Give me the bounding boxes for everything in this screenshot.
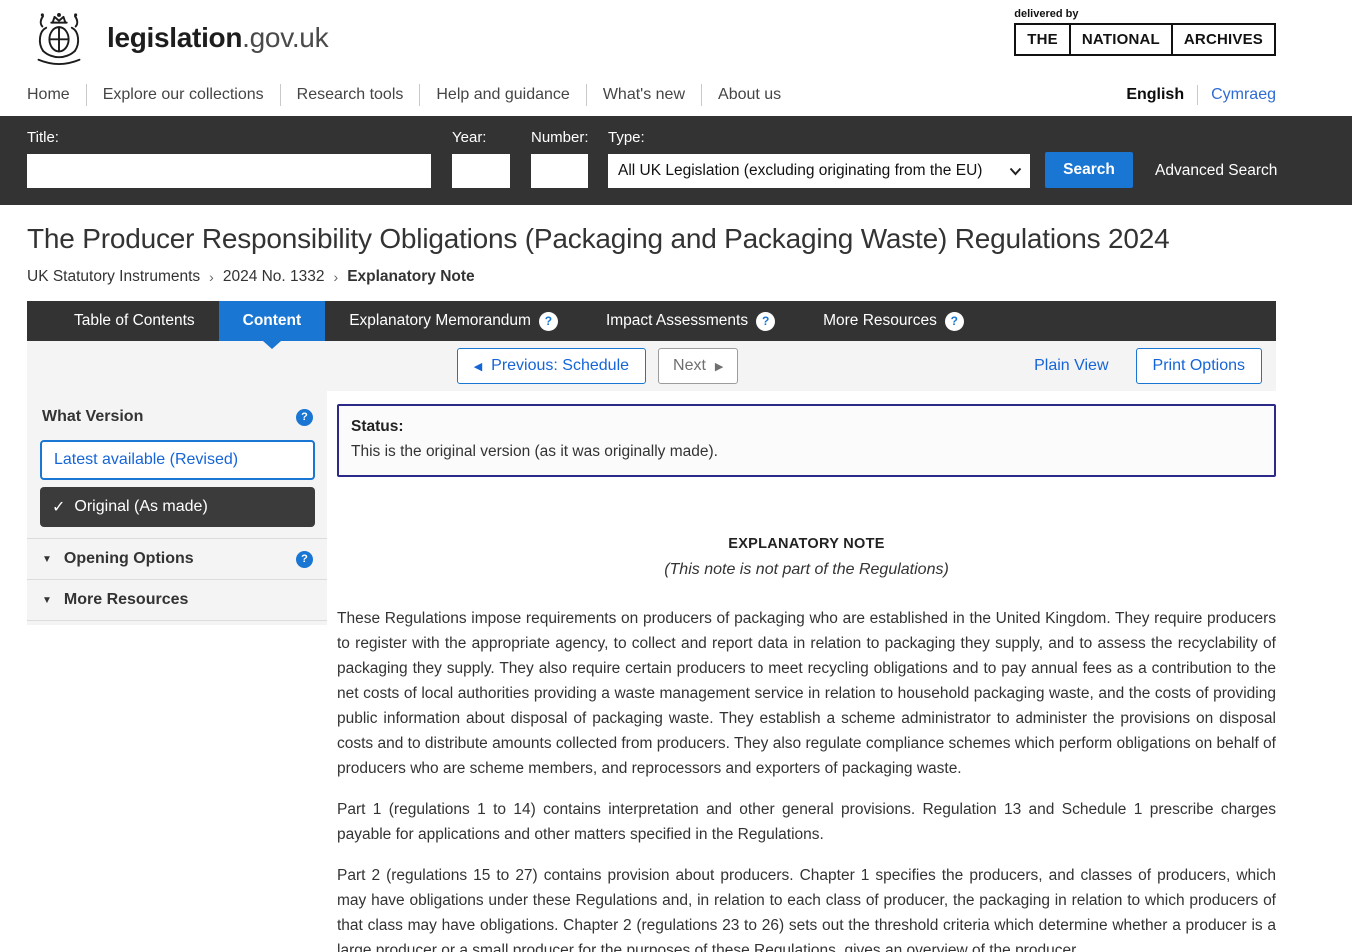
- status-label: Status:: [351, 418, 1262, 436]
- status-box: Status: This is the original version (as…: [337, 404, 1276, 477]
- document-content: Status: This is the original version (as…: [337, 391, 1276, 952]
- more-resources-toggle[interactable]: ▼ More Resources: [40, 580, 315, 620]
- legislation-type-select[interactable]: All UK Legislation (excluding originatin…: [608, 154, 1030, 188]
- breadcrumb: UK Statutory Instruments › 2024 No. 1332…: [27, 268, 1276, 286]
- what-version-heading: What Version: [42, 408, 143, 426]
- version-latest-button[interactable]: Latest available (Revised): [40, 440, 315, 480]
- note-paragraph-3: Part 2 (regulations 15 to 27) contains p…: [337, 863, 1276, 952]
- note-paragraph-1: These Regulations impose requirements on…: [337, 606, 1276, 781]
- logo-wordmark: legislation.gov.uk: [107, 22, 328, 54]
- breadcrumb-separator-icon: ›: [209, 269, 214, 285]
- search-button[interactable]: Search: [1045, 152, 1133, 188]
- nav-about-us[interactable]: About us: [685, 84, 781, 106]
- nav-help-guidance[interactable]: Help and guidance: [403, 84, 569, 106]
- royal-coat-of-arms-icon: [27, 8, 91, 68]
- help-icon[interactable]: ?: [296, 551, 313, 568]
- nav-explore-collections[interactable]: Explore our collections: [70, 84, 264, 106]
- title-input[interactable]: [27, 154, 431, 188]
- primary-nav: Home Explore our collections Research to…: [0, 74, 1352, 110]
- arrow-left-icon: ◀: [474, 360, 482, 373]
- number-input[interactable]: [531, 154, 588, 188]
- breadcrumb-2024-no-1332[interactable]: 2024 No. 1332: [223, 268, 325, 286]
- check-icon: ✓: [52, 497, 65, 517]
- site-logo[interactable]: legislation.gov.uk: [27, 8, 328, 68]
- help-icon[interactable]: ?: [945, 312, 964, 331]
- note-paragraph-2: Part 1 (regulations 1 to 14) contains in…: [337, 797, 1276, 847]
- explanatory-note-subheading: (This note is not part of the Regulation…: [337, 561, 1276, 579]
- nav-research-tools[interactable]: Research tools: [264, 84, 404, 106]
- site-header: legislation.gov.uk delivered by THE NATI…: [0, 0, 1352, 74]
- tna-box-national: NATIONAL: [1069, 23, 1173, 56]
- status-text: This is the original version (as it was …: [351, 443, 1262, 461]
- breadcrumb-separator-icon: ›: [334, 269, 339, 285]
- title-label: Title:: [27, 129, 431, 146]
- nav-whats-new[interactable]: What's new: [570, 84, 685, 106]
- next-button[interactable]: Next ▶: [658, 348, 738, 384]
- language-divider: [1197, 85, 1198, 105]
- tna-box-the: THE: [1014, 23, 1071, 56]
- triangle-down-icon: ▼: [42, 554, 52, 565]
- number-label: Number:: [531, 129, 588, 146]
- help-icon[interactable]: ?: [539, 312, 558, 331]
- explanatory-note-heading: EXPLANATORY NOTE: [337, 536, 1276, 552]
- plain-view-link[interactable]: Plain View: [1034, 357, 1108, 375]
- tna-box-archives: ARCHIVES: [1171, 23, 1276, 56]
- type-selected-value: All UK Legislation (excluding originatin…: [618, 162, 982, 180]
- previous-button[interactable]: ◀ Previous: Schedule: [457, 348, 646, 384]
- year-input[interactable]: [452, 154, 510, 188]
- advanced-search-link[interactable]: Advanced Search: [1155, 162, 1277, 188]
- document-tabs: Table of Contents Content Explanatory Me…: [27, 301, 1276, 341]
- national-archives-logo[interactable]: THE NATIONAL ARCHIVES: [1014, 23, 1276, 56]
- triangle-down-icon: ▼: [42, 595, 52, 606]
- delivered-by-label: delivered by: [1014, 8, 1276, 20]
- year-label: Year:: [452, 129, 510, 146]
- page-title: The Producer Responsibility Obligations …: [27, 223, 1276, 255]
- tab-explanatory-memorandum[interactable]: Explanatory Memorandum ?: [325, 301, 582, 341]
- version-original-button[interactable]: ✓ Original (As made): [40, 487, 315, 527]
- print-options-button[interactable]: Print Options: [1136, 348, 1262, 384]
- help-icon[interactable]: ?: [296, 409, 313, 426]
- tab-table-of-contents[interactable]: Table of Contents: [50, 301, 219, 341]
- help-icon[interactable]: ?: [756, 312, 775, 331]
- tab-impact-assessments[interactable]: Impact Assessments ?: [582, 301, 799, 341]
- type-label: Type:: [608, 129, 1030, 146]
- language-english[interactable]: English: [1126, 86, 1184, 104]
- delivered-by-block: delivered by THE NATIONAL ARCHIVES: [1014, 8, 1276, 56]
- sidebar: What Version ? Latest available (Revised…: [27, 391, 327, 625]
- chevron-down-icon: [1009, 167, 1022, 176]
- tab-content[interactable]: Content: [219, 301, 326, 341]
- breadcrumb-uk-statutory-instruments[interactable]: UK Statutory Instruments: [27, 268, 200, 286]
- breadcrumb-explanatory-note: Explanatory Note: [347, 268, 474, 286]
- sidebar-divider: [27, 620, 327, 621]
- pager-toolbar: ◀ Previous: Schedule Next ▶ Plain View P…: [27, 341, 1276, 391]
- nav-home[interactable]: Home: [27, 86, 70, 104]
- opening-options-toggle[interactable]: ▼ Opening Options ?: [40, 539, 315, 579]
- arrow-right-icon: ▶: [715, 360, 723, 373]
- search-bar: Title: Year: Number: Type: All UK Legisl…: [0, 116, 1352, 205]
- language-cymraeg[interactable]: Cymraeg: [1211, 86, 1276, 104]
- tab-more-resources[interactable]: More Resources ?: [799, 301, 988, 341]
